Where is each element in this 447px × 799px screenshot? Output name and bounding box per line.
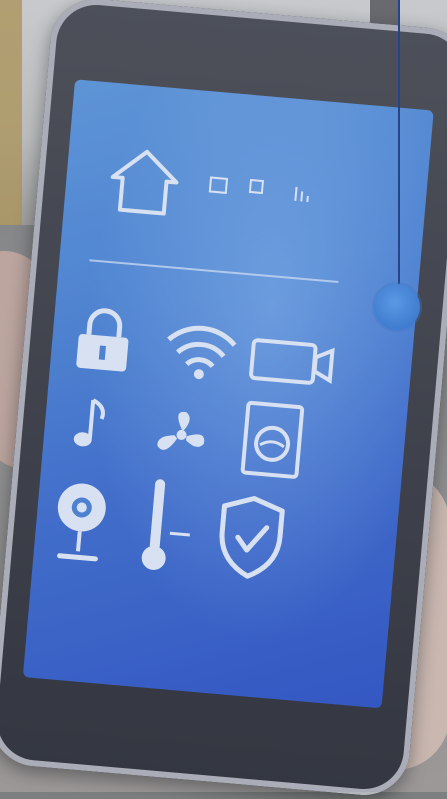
annotation-leader-line <box>398 0 400 310</box>
lock-icon[interactable] <box>72 305 136 376</box>
washing-machine-icon[interactable] <box>239 399 305 480</box>
camera-battery-icon[interactable] <box>247 336 337 389</box>
fan-icon[interactable] <box>150 404 213 467</box>
house-icon[interactable] <box>103 141 185 223</box>
wifi-icon[interactable] <box>159 313 242 386</box>
phone-screen <box>22 79 434 709</box>
shield-check-icon[interactable] <box>212 491 289 583</box>
music-note-icon[interactable] <box>69 390 114 455</box>
background-window-frame <box>0 0 22 225</box>
webcam-icon[interactable] <box>47 477 114 568</box>
thermometer-icon[interactable] <box>132 475 200 580</box>
annotation-hotspot-dot[interactable] <box>374 284 420 330</box>
smartphone <box>0 0 447 799</box>
